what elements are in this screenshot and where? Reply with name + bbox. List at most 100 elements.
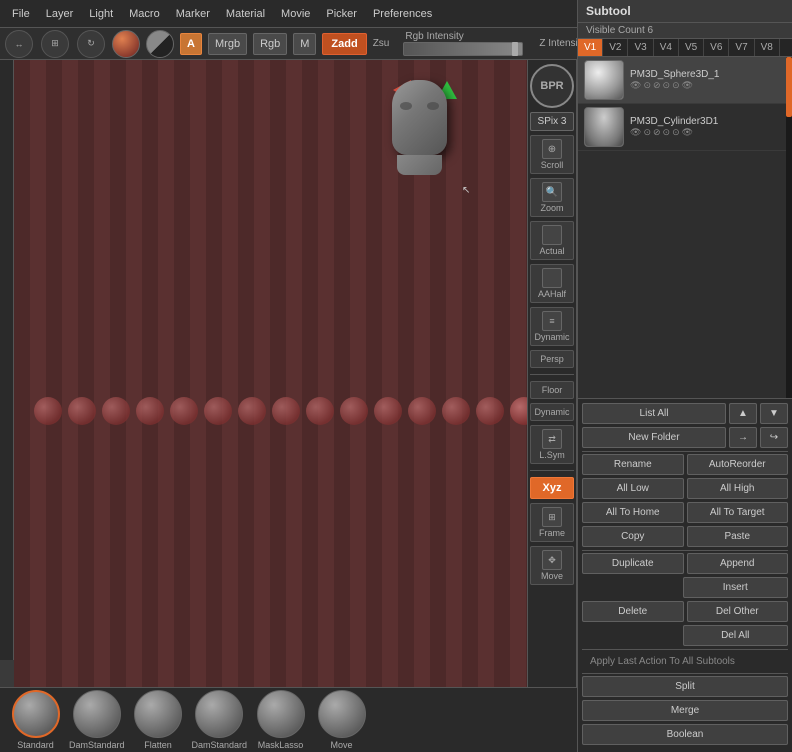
new-folder-button[interactable]: New Folder (582, 427, 726, 448)
spix-button[interactable]: SPix 3 (530, 112, 574, 131)
move-down-button[interactable]: ▼ (760, 403, 788, 424)
subtool-header: Subtool (578, 0, 792, 23)
brush-label-standard: Standard (17, 740, 54, 750)
menu-picker[interactable]: Picker (318, 6, 365, 22)
scale-icon[interactable]: ⊞ (41, 30, 69, 58)
actual-button[interactable]: Actual (530, 221, 574, 260)
subtool-list: PM3D_Sphere3D_1 👁⊙⊘⊙⊙👁 PM3D_Cylinder3D1 … (578, 57, 792, 398)
zoom-button[interactable]: 🔍 Zoom (530, 178, 574, 217)
brush-item-damstandard1[interactable]: DamStandard (69, 690, 125, 750)
main-viewport[interactable]: ↖ (14, 60, 577, 687)
subtool-name-1: PM3D_Cylinder3D1 (630, 116, 786, 127)
copy-button[interactable]: Copy (582, 526, 684, 547)
menu-layer[interactable]: Layer (38, 6, 82, 22)
brush-label-damstandard2: DamStandard (192, 740, 248, 750)
bottom-brush-bar: Standard DamStandard Flatten DamStandard… (0, 687, 577, 752)
dynamic2-button[interactable]: Dynamic (530, 403, 574, 421)
rgb-button[interactable]: Rgb (253, 33, 287, 55)
v-tab-v4[interactable]: V4 (654, 39, 679, 56)
v-tab-v7[interactable]: V7 (729, 39, 754, 56)
right-tools-panel: BPR SPix 3 ⊕ Scroll 🔍 Zoom Actual AAHalf… (527, 60, 577, 687)
dynamic-button[interactable]: ≡ Dynamic (530, 307, 574, 346)
subtool-thumbnail-cyl (584, 107, 624, 147)
divider2 (530, 470, 574, 471)
brush-item-damstandard2[interactable]: DamStandard (192, 690, 248, 750)
brush-label-masklasso: MaskLasso (258, 740, 304, 750)
aahalf-button[interactable]: AAHalf (530, 264, 574, 303)
v-tab-v5[interactable]: V5 (679, 39, 704, 56)
all-low-button[interactable]: All Low (582, 478, 684, 499)
menu-preferences[interactable]: Preferences (365, 6, 440, 22)
bpr-button[interactable]: BPR (530, 64, 574, 108)
v-tab-v6[interactable]: V6 (704, 39, 729, 56)
m-button[interactable]: M (293, 33, 316, 55)
brush-preview-damstandard1 (73, 690, 121, 738)
merge-button[interactable]: Merge (582, 700, 788, 721)
rgb-intensity-slider[interactable] (403, 42, 523, 56)
split-button[interactable]: Split (582, 676, 788, 697)
zadd-button[interactable]: Zadd (322, 33, 366, 55)
menu-macro[interactable]: Macro (121, 6, 168, 22)
list-all-button[interactable]: List All (582, 403, 726, 424)
brush-preview-standard (12, 690, 60, 738)
move-right-button[interactable]: → (729, 427, 757, 448)
frame-button[interactable]: ⊞ Frame (530, 503, 574, 542)
menu-light[interactable]: Light (81, 6, 121, 22)
menu-movie[interactable]: Movie (273, 6, 318, 22)
autoreorder-button[interactable]: AutoReorder (687, 454, 789, 475)
subtool-actions: List All ▲ ▼ New Folder → ↪ Rename AutoR… (578, 398, 792, 752)
left-tools-panel (0, 60, 14, 660)
brush-item-flatten[interactable]: Flatten (131, 690, 186, 750)
brush-item-move[interactable]: Move (314, 690, 369, 750)
mrgb-button[interactable]: Mrgb (208, 33, 247, 55)
boolean-button[interactable]: Boolean (582, 724, 788, 745)
duplicate-button[interactable]: Duplicate (582, 553, 684, 574)
insert-button[interactable]: Insert (683, 577, 789, 598)
divider4 (582, 550, 788, 551)
menu-marker[interactable]: Marker (168, 6, 218, 22)
move-up-button[interactable]: ▲ (729, 403, 757, 424)
zsub-label: Zsu (373, 38, 390, 49)
all-to-target-button[interactable]: All To Target (687, 502, 789, 523)
rename-button[interactable]: Rename (582, 454, 684, 475)
brush-label-damstandard1: DamStandard (69, 740, 125, 750)
move-to-button[interactable]: ↪ (760, 427, 788, 448)
all-to-home-button[interactable]: All To Home (582, 502, 684, 523)
rotate-icon[interactable]: ↻ (77, 30, 105, 58)
menu-file[interactable]: File (4, 6, 38, 22)
lsym-button[interactable]: ⇄ L.Sym (530, 425, 574, 464)
append-button[interactable]: Append (687, 553, 789, 574)
paste-button[interactable]: Paste (687, 526, 789, 547)
subtool-item[interactable]: PM3D_Sphere3D_1 👁⊙⊘⊙⊙👁 (578, 57, 792, 104)
divider1 (530, 374, 574, 375)
subtool-item[interactable]: PM3D_Cylinder3D1 👁⊙⊘⊙⊙👁 (578, 104, 792, 151)
brush-preview-flatten (134, 690, 182, 738)
v-tab-v3[interactable]: V3 (628, 39, 653, 56)
brush-item-standard[interactable]: Standard (8, 690, 63, 750)
brush-item-masklasso[interactable]: MaskLasso (253, 690, 308, 750)
divider6 (582, 673, 788, 674)
v-tab-v1[interactable]: V1 (578, 39, 603, 56)
tool-a-button[interactable]: A (180, 33, 202, 55)
move-icon[interactable]: ↔ (5, 30, 33, 58)
brush-label-flatten: Flatten (144, 740, 172, 750)
subtool-name-0: PM3D_Sphere3D_1 (630, 69, 786, 80)
material-halftone[interactable] (146, 30, 174, 58)
all-high-button[interactable]: All High (687, 478, 789, 499)
move-tool-button[interactable]: ✥ Move (530, 546, 574, 585)
subtool-scrollbar[interactable] (786, 57, 792, 398)
material-preview[interactable] (112, 30, 140, 58)
apply-last-action-button[interactable]: Apply Last Action To All Subtools (582, 652, 788, 671)
v-tab-v2[interactable]: V2 (603, 39, 628, 56)
scroll-button[interactable]: ⊕ Scroll (530, 135, 574, 174)
del-other-button[interactable]: Del Other (687, 601, 789, 622)
subtool-icons-1: 👁⊙⊘⊙⊙👁 (630, 127, 786, 138)
menu-material[interactable]: Material (218, 6, 273, 22)
persp-button[interactable]: Persp (530, 350, 574, 368)
floor-button[interactable]: Floor (530, 381, 574, 399)
del-all-button[interactable]: Del All (683, 625, 789, 646)
head-model (392, 80, 447, 175)
xyz-button[interactable]: Xyz (530, 477, 574, 499)
delete-button[interactable]: Delete (582, 601, 684, 622)
v-tab-v8[interactable]: V8 (755, 39, 780, 56)
